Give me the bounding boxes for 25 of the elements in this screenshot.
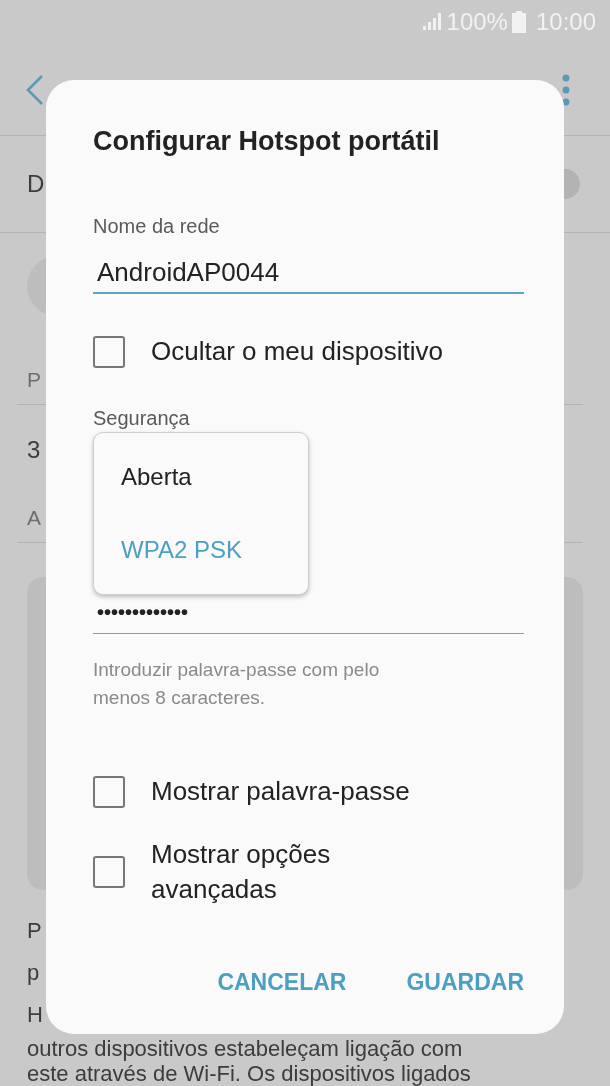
setting-value: 3 (27, 436, 41, 464)
signal-icon (420, 12, 443, 32)
description-text: este através de Wi-Fi. Os dispositivos ligados (27, 1062, 471, 1085)
checkbox-label: Mostrar palavra-passe (151, 775, 410, 808)
description-text: outros dispositivos estabeleçam ligação com (27, 1036, 463, 1062)
checkbox-label: Ocultar o meu dispositivo (151, 335, 443, 368)
dialog-title: Configurar Hotspot portátil (93, 126, 441, 157)
field-label: Segurança (93, 407, 191, 430)
battery-icon (511, 11, 526, 33)
description-text: H (27, 1001, 43, 1029)
checkbox[interactable] (93, 775, 125, 808)
description-text: p (27, 959, 40, 987)
password-field[interactable]: ••••••••••••• (93, 592, 524, 634)
network-name-field[interactable]: AndroidAP0044 (93, 252, 524, 294)
dropdown-option[interactable]: Aberta (94, 463, 308, 492)
section-header: A (27, 506, 41, 530)
helper-text: Introduzir palavra-passe com pelo menos 8 caracteres. (93, 658, 381, 710)
checkbox-label: Mostrar opções avançadas (151, 838, 332, 906)
checkbox[interactable] (93, 335, 125, 368)
section-header: P (27, 368, 41, 392)
setting-label: D (27, 170, 45, 198)
field-label: Nome da rede (93, 215, 221, 238)
checkbox[interactable] (93, 856, 125, 888)
description-text: P (27, 917, 42, 945)
more-icon[interactable] (562, 73, 570, 106)
